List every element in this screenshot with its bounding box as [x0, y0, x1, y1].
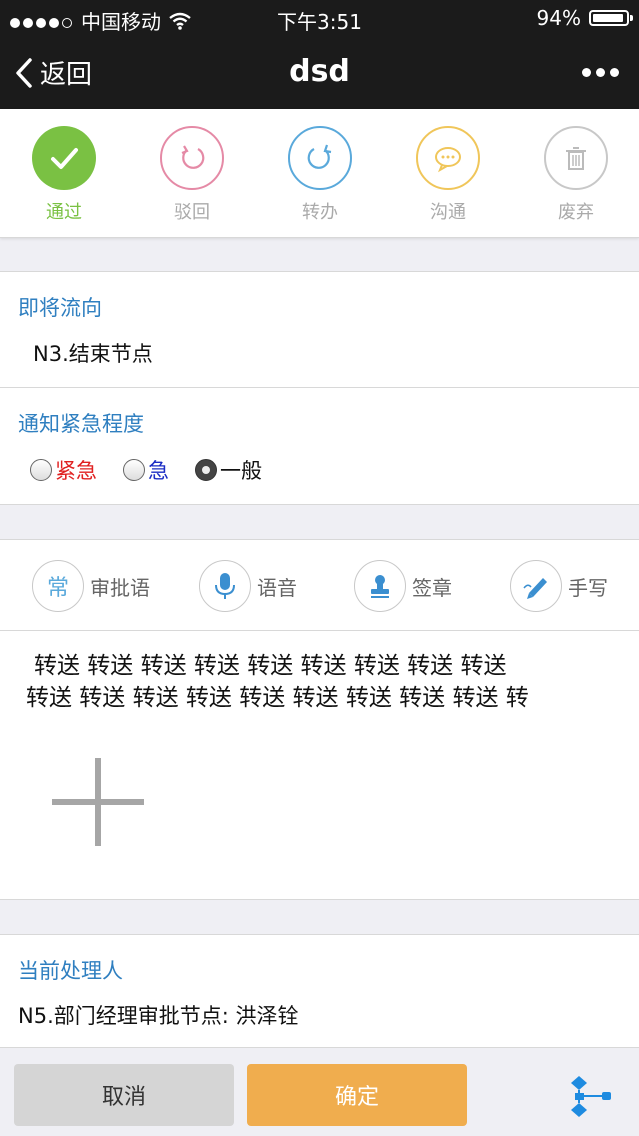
urgency-option-normal[interactable]: 一般: [195, 455, 262, 485]
divider: [0, 630, 639, 631]
flow-title: 即将流向: [18, 296, 102, 320]
tool-label: 语音: [257, 575, 297, 600]
chevron-left-icon: [16, 57, 32, 88]
cancel-button[interactable]: 取消: [14, 1064, 234, 1126]
approve-button[interactable]: 通过: [19, 126, 109, 224]
flowchart-icon[interactable]: [566, 1074, 612, 1118]
refresh-icon: [288, 126, 352, 190]
urgency-option-label: 紧急: [55, 459, 97, 483]
trash-icon: [544, 126, 608, 190]
bottom-bar: 取消 确定: [0, 1054, 639, 1136]
radio-unchecked-icon: [30, 459, 52, 481]
action-toolbar: 通过 驳回 转办 沟通 废弃: [0, 109, 639, 238]
urgency-title: 通知紧急程度: [18, 412, 144, 436]
common-phrase-glyph: 常: [46, 576, 69, 601]
handler-value: N5.部门经理审批节点: 洪泽铨: [18, 1004, 299, 1028]
comment-line: 转送 转送 转送 转送 转送 转送 转送 转送 转送: [34, 653, 507, 679]
discard-label: 废弃: [558, 202, 594, 223]
urgency-option-urgent[interactable]: 急: [123, 455, 169, 485]
handwrite-button[interactable]: 手写: [510, 560, 608, 612]
urgency-radio-group: 紧急 急 一般: [30, 455, 288, 485]
urgency-option-label: 一般: [220, 459, 262, 483]
common-phrase-button[interactable]: 常 审批语: [32, 560, 150, 612]
chat-icon: [416, 126, 480, 190]
check-icon: [32, 126, 96, 190]
add-attachment-icon[interactable]: [52, 756, 144, 848]
pen-icon: [510, 560, 562, 612]
reject-label: 驳回: [174, 202, 210, 223]
stamp-button[interactable]: 签章: [354, 560, 452, 612]
transfer-label: 转办: [302, 202, 338, 223]
more-options-icon[interactable]: [577, 68, 619, 77]
transfer-button[interactable]: 转办: [275, 126, 365, 224]
page-title: dsd: [289, 54, 350, 89]
handler-title: 当前处理人: [18, 959, 123, 983]
back-button[interactable]: 返回: [14, 54, 92, 91]
stamp-icon: [354, 560, 406, 612]
communicate-button[interactable]: 沟通: [403, 126, 493, 224]
opinion-section: 常 审批语 语音 签章 手写 转送 转送 转送 转送 转送 转送 转送 转送 转…: [0, 539, 639, 900]
approve-label: 通过: [46, 202, 82, 223]
undo-icon: [160, 126, 224, 190]
flow-value: N3.结束节点: [33, 342, 153, 366]
tool-label: 签章: [412, 575, 452, 600]
tool-label: 审批语: [90, 575, 150, 600]
reject-button[interactable]: 驳回: [147, 126, 237, 224]
communicate-label: 沟通: [430, 202, 466, 223]
tool-label: 手写: [568, 575, 608, 600]
divider: [0, 387, 639, 388]
confirm-button[interactable]: 确定: [247, 1064, 467, 1126]
discard-button[interactable]: 废弃: [531, 126, 621, 224]
common-phrase-icon: 常: [32, 560, 84, 612]
radio-checked-icon: [195, 459, 217, 481]
urgency-option-critical[interactable]: 紧急: [30, 455, 97, 485]
comment-textarea[interactable]: 转送 转送 转送 转送 转送 转送 转送 转送 转送 转送 转送 转送 转送 转…: [0, 638, 639, 718]
status-bar: 中国移动 下午3:51 94%: [0, 0, 639, 36]
flow-section: 即将流向 N3.结束节点 通知紧急程度 紧急 急 一般: [0, 271, 639, 505]
battery-icon: [589, 10, 633, 26]
comment-line: 转送 转送 转送 转送 转送 转送 转送 转送 转送 转: [26, 685, 529, 711]
battery-percent: 94%: [536, 6, 581, 30]
handler-section: 当前处理人 N5.部门经理审批节点: 洪泽铨: [0, 934, 639, 1048]
radio-unchecked-icon: [123, 459, 145, 481]
back-label: 返回: [40, 60, 93, 90]
urgency-option-label: 急: [148, 459, 169, 483]
microphone-icon: [199, 560, 251, 612]
navigation-bar: 返回 dsd: [0, 36, 639, 109]
voice-button[interactable]: 语音: [199, 560, 297, 612]
